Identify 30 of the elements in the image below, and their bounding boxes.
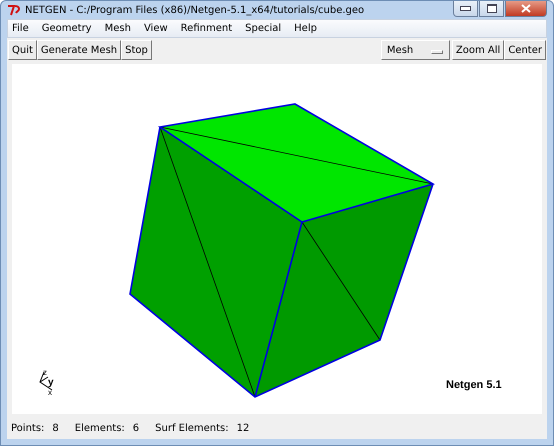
toolbar-button[interactable]: Quit xyxy=(8,40,37,60)
close-icon xyxy=(521,4,531,13)
axes-icon xyxy=(39,372,52,390)
status-label: Elements: xyxy=(74,422,125,434)
status-value: 12 xyxy=(236,422,250,434)
menu-item[interactable]: Help xyxy=(294,23,317,34)
minimize-button[interactable] xyxy=(453,1,478,17)
toolbar-button[interactable]: Zoom All xyxy=(452,40,504,60)
status-label: Surf Elements: xyxy=(155,422,229,434)
view-select[interactable]: Mesh xyxy=(380,40,450,60)
menu-item[interactable]: File xyxy=(12,23,29,34)
status-label: Points: xyxy=(11,422,44,434)
toolbar-button[interactable]: Center xyxy=(504,40,546,60)
close-button[interactable] xyxy=(505,1,547,17)
status-value: 6 xyxy=(132,422,140,434)
axis-label: y xyxy=(48,377,54,388)
toolbar-button[interactable]: Generate Mesh xyxy=(36,40,122,60)
axis-label: z xyxy=(43,368,47,377)
menu-item[interactable]: Special xyxy=(245,23,282,34)
status-value: 8 xyxy=(52,422,59,434)
menu-item[interactable]: View xyxy=(144,23,168,34)
version-label: Netgen 5.1 xyxy=(446,379,502,391)
toolbar-button[interactable]: Stop xyxy=(121,40,152,60)
feather-icon xyxy=(7,4,21,16)
axis-label: x xyxy=(48,388,52,397)
window-title: NETGEN - C:/Program Files (x86)/Netgen-5.1_x64/tutorials/cube.geo xyxy=(25,4,364,16)
menu-item[interactable]: Geometry xyxy=(42,23,92,34)
maximize-button[interactable] xyxy=(479,1,504,17)
menu-item[interactable]: Mesh xyxy=(104,23,131,34)
menu-item[interactable]: Refinment xyxy=(180,23,232,34)
